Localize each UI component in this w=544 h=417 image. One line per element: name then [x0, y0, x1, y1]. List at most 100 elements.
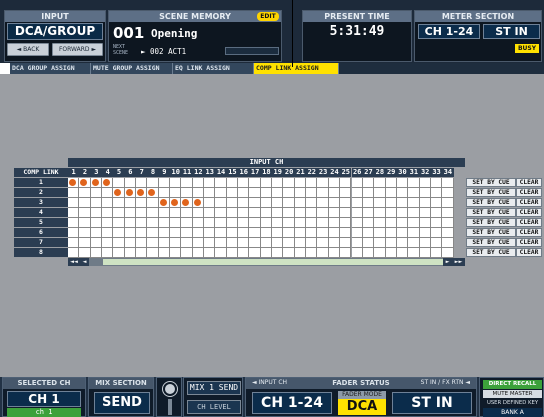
assign-cell[interactable] — [102, 228, 114, 238]
assign-cell[interactable] — [68, 238, 80, 248]
mix-send-button[interactable]: SEND — [94, 392, 150, 414]
assign-cell[interactable] — [192, 228, 205, 238]
assign-cell[interactable] — [238, 228, 250, 238]
bank[interactable]: BANK A — [483, 408, 542, 417]
assign-cell[interactable] — [68, 228, 80, 238]
assign-cell[interactable] — [419, 218, 431, 228]
assign-cell[interactable] — [442, 248, 454, 258]
assign-cell[interactable] — [272, 188, 284, 198]
assign-cell[interactable] — [226, 188, 239, 198]
assign-cell[interactable] — [306, 228, 318, 238]
assign-cell[interactable] — [102, 248, 114, 258]
assign-cell[interactable] — [181, 238, 193, 248]
assign-cell[interactable] — [181, 178, 193, 188]
assign-cell[interactable] — [158, 218, 171, 228]
assign-cell[interactable] — [102, 208, 114, 218]
assign-cell[interactable] — [430, 228, 443, 238]
assign-cell[interactable] — [147, 188, 159, 198]
assign-cell[interactable] — [442, 188, 454, 198]
assign-cell[interactable] — [294, 228, 307, 238]
clear-button[interactable]: CLEAR — [516, 238, 542, 247]
assign-cell[interactable] — [362, 238, 375, 248]
assign-cell[interactable] — [147, 248, 159, 258]
assign-cell[interactable] — [396, 188, 409, 198]
assign-cell[interactable] — [124, 218, 137, 228]
assign-cell[interactable] — [374, 238, 386, 248]
assign-cell[interactable] — [351, 218, 363, 228]
meter-st-button[interactable]: ST IN — [483, 24, 540, 39]
assign-cell[interactable] — [362, 208, 375, 218]
assign-cell[interactable] — [374, 218, 386, 228]
assign-cell[interactable] — [351, 238, 363, 248]
assign-cell[interactable] — [90, 248, 102, 258]
assign-cell[interactable] — [192, 208, 205, 218]
assign-cell[interactable] — [283, 218, 295, 228]
assign-cell[interactable] — [340, 198, 352, 208]
assign-cell[interactable] — [419, 238, 431, 248]
assign-cell[interactable] — [238, 218, 250, 228]
assign-cell[interactable] — [238, 198, 250, 208]
assign-cell[interactable] — [294, 188, 307, 198]
assign-cell[interactable] — [328, 228, 341, 238]
assign-cell[interactable] — [102, 198, 114, 208]
assign-cell[interactable] — [294, 238, 307, 248]
assign-cell[interactable] — [170, 218, 182, 228]
assign-cell[interactable] — [374, 228, 386, 238]
assign-cell[interactable] — [147, 208, 159, 218]
assign-cell[interactable] — [249, 228, 261, 238]
assign-cell[interactable] — [170, 208, 182, 218]
assign-cell[interactable] — [113, 178, 125, 188]
assign-cell[interactable] — [317, 198, 329, 208]
assign-cell[interactable] — [385, 178, 397, 188]
assign-cell[interactable] — [396, 208, 409, 218]
assign-cell[interactable] — [260, 248, 273, 258]
direct-recall[interactable]: DIRECT RECALL — [483, 380, 542, 389]
assign-cell[interactable] — [136, 208, 148, 218]
assign-cell[interactable] — [102, 178, 114, 188]
assign-cell[interactable] — [226, 228, 239, 238]
clear-button[interactable]: CLEAR — [516, 228, 542, 237]
assign-cell[interactable] — [68, 248, 80, 258]
scene-name[interactable]: Opening — [151, 27, 197, 40]
assign-cell[interactable] — [396, 178, 409, 188]
assign-cell[interactable] — [408, 188, 420, 198]
assign-cell[interactable] — [385, 238, 397, 248]
assign-cell[interactable] — [204, 198, 216, 208]
assign-cell[interactable] — [317, 218, 329, 228]
assign-cell[interactable] — [283, 188, 295, 198]
tab-dca-group-assign[interactable]: DCA GROUP ASSIGN — [10, 63, 91, 74]
assign-cell[interactable] — [226, 178, 239, 188]
assign-cell[interactable] — [158, 188, 171, 198]
assign-cell[interactable] — [79, 198, 91, 208]
assign-cell[interactable] — [340, 188, 352, 198]
assign-cell[interactable] — [68, 178, 80, 188]
assign-cell[interactable] — [294, 248, 307, 258]
assign-cell[interactable] — [385, 188, 397, 198]
set-by-cue-button[interactable]: SET BY CUE — [466, 248, 516, 257]
assign-cell[interactable] — [419, 228, 431, 238]
assign-cell[interactable] — [124, 178, 137, 188]
assign-cell[interactable] — [79, 228, 91, 238]
assign-cell[interactable] — [351, 228, 363, 238]
assign-cell[interactable] — [294, 218, 307, 228]
assign-cell[interactable] — [192, 218, 205, 228]
assign-cell[interactable] — [158, 238, 171, 248]
assign-cell[interactable] — [362, 248, 375, 258]
assign-cell[interactable] — [68, 208, 80, 218]
clear-button[interactable]: CLEAR — [516, 178, 542, 187]
set-by-cue-button[interactable]: SET BY CUE — [466, 238, 516, 247]
input-ch-button[interactable]: CH 1-24 — [252, 392, 332, 414]
assign-cell[interactable] — [419, 178, 431, 188]
assign-cell[interactable] — [170, 228, 182, 238]
assign-cell[interactable] — [385, 198, 397, 208]
assign-cell[interactable] — [238, 188, 250, 198]
clear-button[interactable]: CLEAR — [516, 248, 542, 257]
assign-cell[interactable] — [192, 248, 205, 258]
assign-cell[interactable] — [408, 178, 420, 188]
assign-cell[interactable] — [170, 248, 182, 258]
assign-cell[interactable] — [158, 178, 171, 188]
mix1-send[interactable]: MIX 1 SEND — [187, 381, 241, 395]
mode-title[interactable]: DCA/GROUP — [7, 23, 103, 40]
assign-cell[interactable] — [283, 198, 295, 208]
ch-level[interactable]: CH LEVEL — [187, 400, 241, 414]
